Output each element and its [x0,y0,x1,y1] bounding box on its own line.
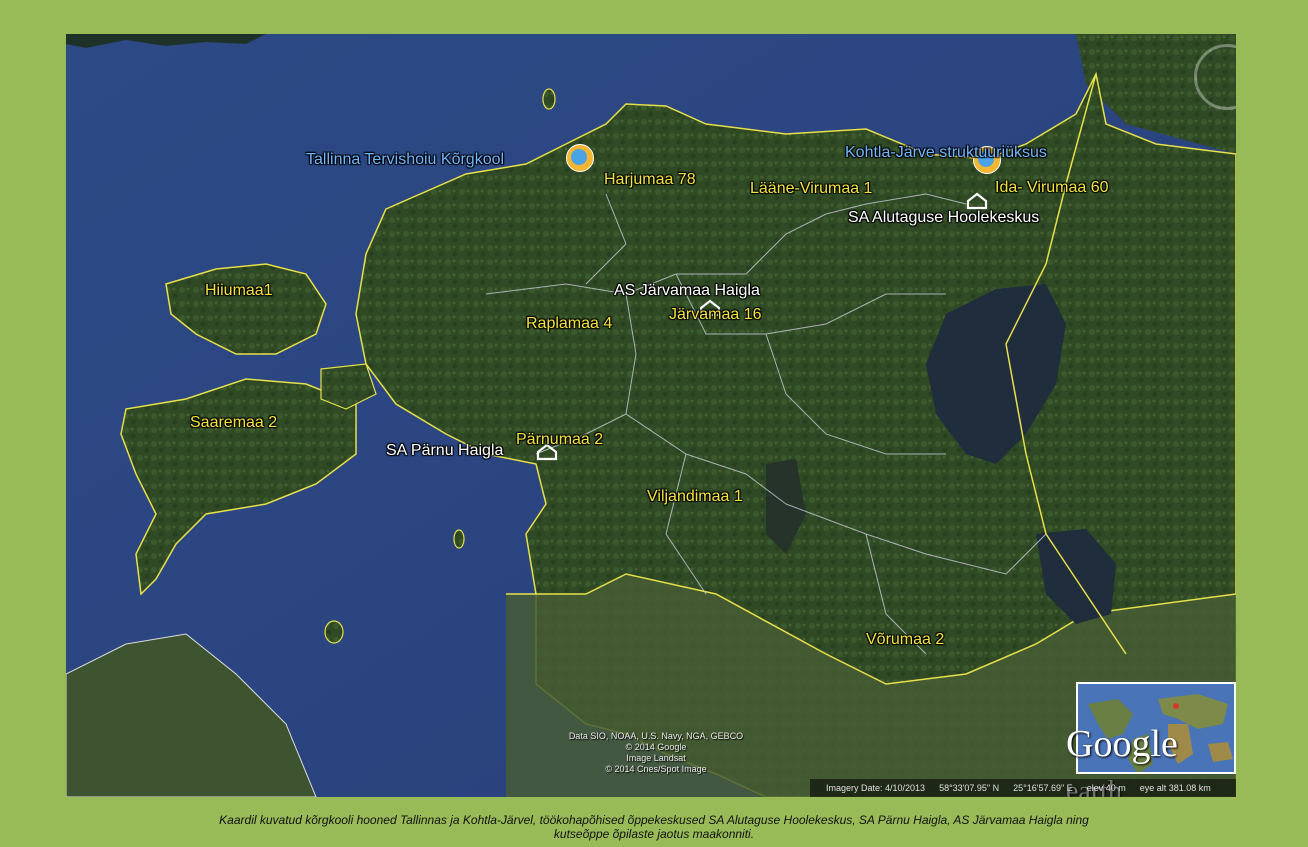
status-bar: Imagery Date: 4/10/2013 58°33'07.95" N 2… [810,779,1236,797]
school-label-tallinn[interactable]: Tallinna Tervishoiu Kõrgkool [306,151,504,169]
elevation: elev 40 m [1086,783,1126,793]
county-label-saaremaa: Saaremaa 2 [190,414,278,431]
place-label-jarvamaa-haigla[interactable]: AS Järvamaa Haigla [614,282,760,300]
county-label-ida-virumaa: Ida- Virumaa 60 [995,179,1109,196]
imagery-credits: Data SIO, NOAA, U.S. Navy, NGA, GEBCO © … [556,731,756,775]
place-label-parnu-haigla[interactable]: SA Pärnu Haigla [386,442,503,460]
county-label-parnumaa: Pärnumaa 2 [516,431,604,448]
longitude: 25°16'57.69" E [1013,783,1073,793]
credit-line: © 2014 Cnes/Spot Image [605,764,707,774]
credit-line: © 2014 Google [625,742,687,752]
latitude: 58°33'07.95" N [939,783,1000,793]
county-label-vorumaa: Võrumaa 2 [866,631,945,648]
eye-altitude: eye alt 381.08 km [1139,783,1211,793]
caption-line-2: kutseõppe õpilaste jaotus maakonniti. [553,827,755,841]
county-label-laane-virumaa: Lääne-Virumaa 1 [750,180,873,197]
credit-line: Image Landsat [626,753,686,763]
place-label-alutaguse[interactable]: SA Alutaguse Hoolekeskus [848,209,1039,227]
county-label-jarvamaa: Järvamaa 16 [669,306,762,323]
county-label-hiiumaa: Hiiumaa1 [205,282,273,299]
house-icon[interactable] [966,192,988,210]
imagery-date: Imagery Date: 4/10/2013 [826,783,926,793]
logo-google-text: Google [1066,723,1178,765]
county-label-viljandimaa: Viljandimaa 1 [647,488,743,505]
caption-line-1: Kaardil kuvatud kõrgkooli hooned Tallinn… [219,813,1089,827]
credit-line: Data SIO, NOAA, U.S. Navy, NGA, GEBCO [568,731,744,741]
school-label-kohtla-jarve[interactable]: Kohtla-Järve struktuuriüksus [845,144,1047,162]
county-label-harjumaa: Harjumaa 78 [604,171,696,188]
figure-caption: Kaardil kuvatud kõrgkooli hooned Tallinn… [0,813,1308,841]
county-label-raplamaa: Raplamaa 4 [526,315,613,332]
school-icon[interactable] [566,144,594,172]
satellite-map[interactable]: Harjumaa 78 Lääne-Virumaa 1 Ida- Virumaa… [66,34,1236,797]
